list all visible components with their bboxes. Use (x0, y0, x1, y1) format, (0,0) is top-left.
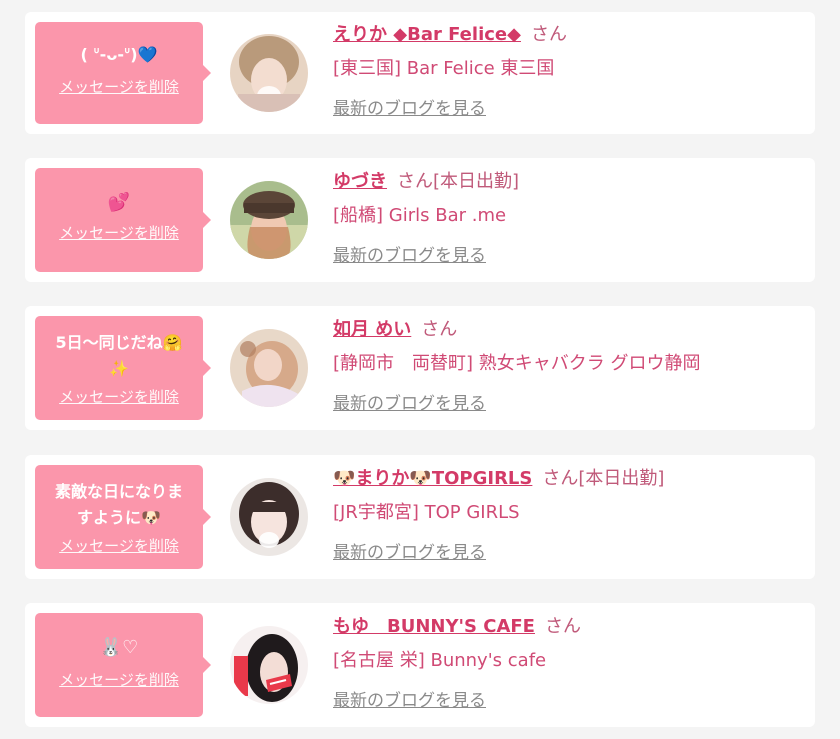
message-bubble: 素敵な日になりま すように🐶 メッセージを削除 (35, 465, 211, 569)
avatar-photo (230, 34, 308, 112)
latest-blog-link[interactable]: 最新のブログを見る (333, 538, 486, 563)
message-text: 🐰♡ (99, 637, 139, 658)
message-text: 素敵な日になりま (54, 482, 183, 501)
message-bubble: 💕 メッセージを削除 (35, 168, 211, 272)
girl-name-link[interactable]: もゆ BUNNY'S CAFE (333, 616, 535, 637)
message-card: 素敵な日になりま すように🐶 メッセージを削除 🐶まりか🐶TOPGIRLS さん[… (25, 455, 815, 579)
message-card: 💕 メッセージを削除 ゆづき さん[本日出勤] [船橋] Girls Bar .m… (25, 158, 815, 282)
avatar[interactable] (230, 181, 308, 259)
message-text-line2: ✨ (109, 359, 129, 378)
delete-message-link[interactable]: メッセージを削除 (59, 222, 179, 243)
delete-message-link[interactable]: メッセージを削除 (59, 76, 179, 97)
honorific: さん (397, 171, 433, 192)
shop-name: [JR宇都宮] TOP GIRLS (333, 502, 520, 523)
delete-message-link[interactable]: メッセージを削除 (59, 669, 179, 690)
message-bubble: 5日〜同じだね🤗 ✨ メッセージを削除 (35, 316, 211, 420)
name-line: 如月 めい さん (333, 317, 805, 343)
message-card: 🐰♡ メッセージを削除 もゆ BUNNY'S CAFE さん [名古屋 栄] Bu… (25, 603, 815, 727)
name-line: ゆづき さん[本日出勤] (333, 169, 805, 195)
message-card: ( ᐡ-ᴗ-ᐡ)💙 メッセージを削除 えりか ◆Bar Felice◆ さん [東… (25, 12, 815, 134)
honorific: さん (544, 616, 581, 637)
message-list: ( ᐡ-ᴗ-ᐡ)💙 メッセージを削除 えりか ◆Bar Felice◆ さん [東… (0, 0, 840, 739)
girl-name-link[interactable]: 🐶まりか🐶TOPGIRLS (333, 468, 532, 489)
status-badge: [本日出勤] (433, 171, 520, 192)
girl-info: ゆづき さん[本日出勤] [船橋] Girls Bar .me 最新のブログを見る (333, 169, 805, 266)
message-text: 5日〜同じだね🤗 (55, 333, 183, 352)
honorific: さん (542, 468, 579, 489)
shop-name: [静岡市 両替町] 熟女キャバクラ グロウ静岡 (333, 353, 701, 374)
latest-blog-link[interactable]: 最新のブログを見る (333, 241, 486, 266)
honorific: さん (421, 319, 458, 340)
latest-blog-link[interactable]: 最新のブログを見る (333, 94, 486, 119)
latest-blog-link[interactable]: 最新のブログを見る (333, 686, 486, 711)
avatar-photo (230, 626, 308, 704)
shop-name: [名古屋 栄] Bunny's cafe (333, 650, 547, 671)
shop-name: [東三国] Bar Felice 東三国 (333, 58, 555, 79)
girl-name-link[interactable]: えりか ◆Bar Felice◆ (333, 24, 521, 45)
girl-info: 🐶まりか🐶TOPGIRLS さん[本日出勤] [JR宇都宮] TOP GIRLS … (333, 466, 805, 563)
message-bubble: 🐰♡ メッセージを削除 (35, 613, 211, 717)
delete-message-link[interactable]: メッセージを削除 (59, 386, 179, 407)
girl-info: えりか ◆Bar Felice◆ さん [東三国] Bar Felice 東三国 … (333, 22, 805, 119)
message-text: ( ᐡ-ᴗ-ᐡ)💙 (80, 45, 158, 64)
avatar-photo (230, 329, 308, 407)
honorific: さん (530, 24, 567, 45)
avatar-photo (230, 181, 308, 259)
name-line: 🐶まりか🐶TOPGIRLS さん[本日出勤] (333, 466, 805, 492)
name-line: えりか ◆Bar Felice◆ さん (333, 22, 805, 48)
girl-info: 如月 めい さん [静岡市 両替町] 熟女キャバクラ グロウ静岡 最新のブログを見… (333, 317, 805, 414)
message-text: 💕 (107, 192, 131, 213)
girl-name-link[interactable]: ゆづき (333, 171, 387, 192)
message-card: 5日〜同じだね🤗 ✨ メッセージを削除 如月 めい さん [静岡市 両替町] 熟女… (25, 306, 815, 430)
girl-name-link[interactable]: 如月 めい (333, 319, 411, 340)
message-text-line2: すように🐶 (77, 508, 161, 527)
message-bubble: ( ᐡ-ᴗ-ᐡ)💙 メッセージを削除 (35, 22, 211, 124)
delete-message-link[interactable]: メッセージを削除 (59, 535, 179, 556)
shop-name: [船橋] Girls Bar .me (333, 205, 507, 226)
avatar-photo (230, 478, 308, 556)
avatar[interactable] (230, 478, 308, 556)
girl-info: もゆ BUNNY'S CAFE さん [名古屋 栄] Bunny's cafe 最… (333, 614, 805, 711)
name-line: もゆ BUNNY'S CAFE さん (333, 614, 805, 640)
latest-blog-link[interactable]: 最新のブログを見る (333, 389, 486, 414)
avatar[interactable] (230, 34, 308, 112)
status-badge: [本日出勤] (578, 468, 665, 489)
avatar[interactable] (230, 329, 308, 407)
avatar[interactable] (230, 626, 308, 704)
